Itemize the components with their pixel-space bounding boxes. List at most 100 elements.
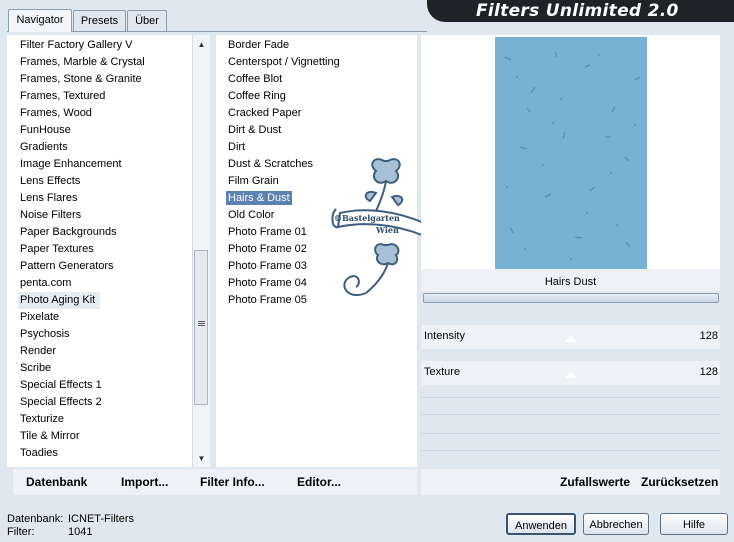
category-item[interactable]: Lens Effects (20, 173, 80, 190)
status-filter-value: 1041 (68, 526, 93, 538)
filter-item[interactable]: Dirt & Dust (228, 122, 281, 139)
filter-item-label: Dirt (228, 141, 246, 153)
category-item[interactable]: Pixelate (20, 309, 59, 326)
category-item[interactable]: FunHouse (20, 122, 71, 139)
filter-item-label: Hairs & Dust (226, 191, 292, 205)
zufallswerte-button[interactable]: Zufallswerte (560, 475, 630, 489)
filter-item[interactable]: Photo Frame 02 (228, 241, 307, 258)
tab-presets[interactable]: Presets (73, 10, 126, 31)
filter-item-label: Photo Frame 01 (228, 226, 307, 238)
app-title: Filters Unlimited 2.0 (476, 1, 679, 21)
filter-item-label: Dust & Scratches (228, 158, 313, 170)
texture-value: 128 (699, 366, 718, 378)
filter-info-label: Filter Info... (200, 475, 265, 489)
category-item[interactable]: Gradients (20, 139, 68, 156)
texture-label: Texture (424, 366, 461, 378)
category-item[interactable]: Frames, Marble & Crystal (20, 54, 145, 71)
filter-item[interactable]: Coffee Ring (228, 88, 286, 105)
category-item[interactable]: Lens Flares (20, 190, 77, 207)
category-item[interactable]: Special Effects 2 (20, 394, 102, 411)
category-item[interactable]: Image Enhancement (20, 156, 122, 173)
filter-name-label: Hairs Dust (421, 269, 720, 291)
texture-slider-thumb[interactable] (565, 372, 577, 378)
cancel-button[interactable]: Abbrechen (583, 513, 649, 535)
help-button[interactable]: Hilfe (660, 513, 728, 535)
param-divider (421, 414, 720, 415)
param-row-intensity[interactable]: Intensity 128 (421, 325, 720, 349)
filter-item-label: Old Color (228, 209, 275, 221)
filter-item[interactable]: Photo Frame 05 (228, 292, 307, 309)
filter-item[interactable]: Old Color (228, 207, 274, 224)
preview-scrollbar[interactable] (423, 293, 719, 303)
category-item[interactable]: Filter Factory Gallery V (20, 37, 132, 54)
category-item[interactable]: Texturize (20, 411, 64, 428)
filter-item[interactable]: Border Fade (228, 37, 289, 54)
import-label: Import... (121, 475, 169, 489)
category-item[interactable]: Photo Aging Kit (18, 292, 100, 309)
apply-button[interactable]: Anwenden (506, 513, 576, 535)
filter-list[interactable]: Photo Frame 05 Photo Frame 04 Photo Frame … (216, 35, 426, 467)
intensity-value: 128 (699, 330, 718, 342)
filter-item-label: Photo Frame 05 (228, 294, 307, 306)
param-divider (421, 450, 720, 451)
category-item[interactable]: Render (20, 343, 56, 360)
editor-button[interactable]: Editor... (297, 475, 341, 489)
category-item[interactable]: Scribe (20, 360, 51, 377)
filter-item-label: Film Grain (228, 175, 279, 187)
filter-item[interactable]: Cracked Paper (228, 105, 301, 122)
filter-item[interactable]: Photo Frame 03 (228, 258, 307, 275)
preset-toolbar: Zufallswerte Zurücksetzen (421, 469, 720, 495)
filter-item[interactable]: Coffee Blot (228, 71, 282, 88)
param-row-texture[interactable]: Texture 128 (421, 361, 720, 385)
filter-item-label: Coffee Blot (228, 73, 283, 85)
category-item[interactable]: Psychosis (20, 326, 70, 343)
filter-item[interactable]: Dirt (228, 139, 245, 156)
filter-item-label: Cracked Paper (228, 107, 302, 119)
category-item[interactable]: Frames, Wood (20, 105, 92, 122)
import-button[interactable]: Import... (121, 475, 168, 489)
datenbank-label: Datenbank (26, 475, 88, 489)
tab-navigator[interactable]: Navigator (8, 9, 72, 32)
category-item[interactable]: Noise Filters (20, 207, 81, 224)
watermark-text: ©Bastelgarten (334, 213, 400, 223)
editor-label: Editor... (297, 475, 342, 489)
filter-info-button[interactable]: Filter Info... (200, 475, 265, 489)
scroll-down-arrow-icon[interactable]: ▼ (193, 451, 210, 467)
datenbank-button[interactable]: Datenbank (26, 475, 87, 489)
status-filter-label: Filter: (7, 526, 35, 538)
intensity-label: Intensity (424, 330, 465, 342)
intensity-slider-thumb[interactable] (565, 336, 577, 342)
category-item[interactable]: Pattern Generators (20, 258, 114, 275)
filter-item-label: Centerspot / Vignetting (228, 56, 340, 68)
status-db-label: Datenbank: (7, 513, 64, 525)
category-item[interactable]: Paper Backgrounds (20, 224, 117, 241)
category-item[interactable]: Frames, Textured (20, 88, 105, 105)
category-scrollbar[interactable]: ▲ ▼ (192, 35, 210, 467)
param-divider (421, 397, 720, 398)
category-item[interactable]: Special Effects 1 (20, 377, 102, 394)
filter-item[interactable]: Centerspot / Vignetting (228, 54, 340, 71)
filter-item[interactable]: Photo Frame 01 (228, 224, 307, 241)
scrollbar-thumb[interactable] (194, 250, 208, 405)
category-item[interactable]: Tile & Mirror (20, 428, 79, 445)
filter-item-label: Dirt & Dust (228, 124, 282, 136)
category-item[interactable]: penta.com (20, 275, 71, 292)
filter-item-label: Photo Frame 04 (228, 277, 307, 289)
preview-image (495, 37, 647, 269)
preview-texture (504, 51, 641, 260)
filter-item-label: Photo Frame 02 (228, 243, 307, 255)
tab-ueber[interactable]: Über (127, 10, 167, 31)
filter-item-label: Coffee Ring (228, 90, 286, 102)
category-item[interactable]: Frames, Stone & Granite (20, 71, 142, 88)
scroll-up-arrow-icon[interactable]: ▲ (193, 37, 210, 53)
category-list[interactable]: Filter Factory Gallery V Frames, Marble &… (7, 35, 210, 467)
filter-item[interactable]: Dust & Scratches (228, 156, 313, 173)
category-item[interactable]: Paper Textures (20, 241, 94, 258)
database-toolbar: Datenbank Import... Filter Info... Edito… (13, 469, 417, 495)
filter-item[interactable]: Hairs & Dust (226, 190, 292, 207)
filter-item[interactable]: Photo Frame 04 (228, 275, 307, 292)
zuruecksetzen-button[interactable]: Zurücksetzen (641, 475, 718, 489)
category-item[interactable]: Toadies (20, 445, 58, 462)
filter-item[interactable]: Film Grain (228, 173, 279, 190)
status-db-value: ICNET-Filters (68, 513, 134, 525)
